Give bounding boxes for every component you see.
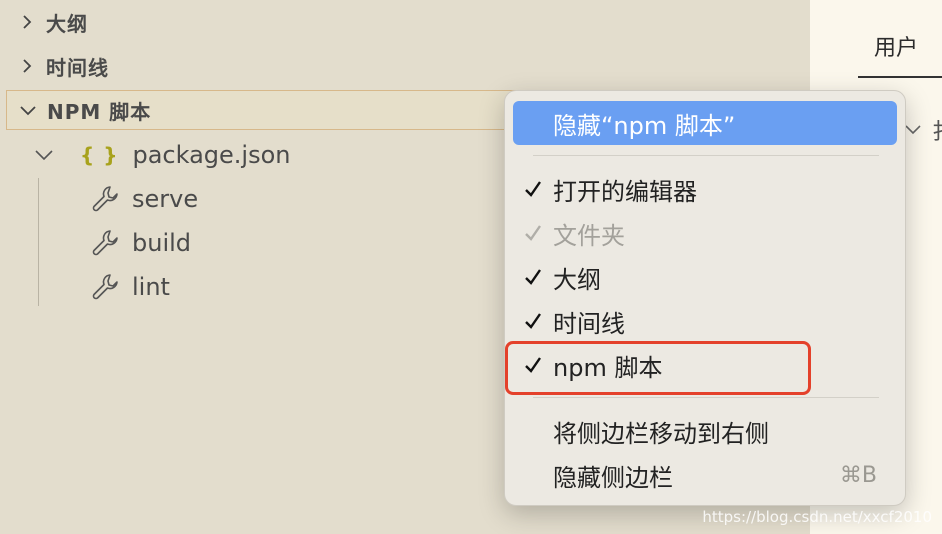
- chevron-down-icon: [905, 125, 921, 135]
- tree-item-package-json[interactable]: { } package.json: [34, 135, 290, 175]
- active-tab-indicator: [858, 76, 942, 78]
- script-item-lint[interactable]: lint: [90, 267, 170, 307]
- menu-item-label: 时间线: [553, 309, 625, 338]
- watermark-text: https://blog.csdn.net/xxcf2010: [702, 508, 932, 526]
- checkmark-icon: [525, 269, 541, 285]
- wrench-icon: [92, 186, 118, 212]
- script-label: serve: [132, 185, 199, 213]
- menu-item-timeline[interactable]: 时间线: [513, 299, 897, 343]
- checkmark-icon: [525, 225, 541, 241]
- menu-item-move-sidebar-right[interactable]: 将侧边栏移动到右侧: [513, 409, 897, 453]
- checkmark-icon: [525, 313, 541, 329]
- menu-separator: [533, 397, 879, 398]
- chevron-right-icon: [23, 15, 32, 29]
- json-file-icon: { }: [80, 143, 119, 167]
- tree-indent-guide: [38, 178, 39, 306]
- chevron-right-icon: [23, 59, 32, 73]
- script-item-build[interactable]: build: [90, 223, 191, 263]
- tab-user-settings[interactable]: 用户: [874, 30, 918, 62]
- menu-item-label: 将侧边栏移动到右侧: [553, 419, 769, 448]
- menu-item-folders: 文件夹: [513, 211, 897, 255]
- shortcut-label: ⌘B: [839, 462, 877, 488]
- section-title: NPM 脚本: [47, 99, 152, 124]
- wrench-icon: [92, 274, 118, 300]
- script-label: lint: [132, 273, 170, 301]
- section-title: 时间线: [46, 55, 109, 80]
- menu-item-label: 隐藏侧边栏: [553, 463, 673, 492]
- menu-separator: [533, 155, 879, 156]
- script-item-serve[interactable]: serve: [90, 179, 198, 219]
- menu-item-hide-npm-scripts[interactable]: 隐藏“npm 脚本”: [513, 101, 897, 145]
- menu-item-hide-sidebar[interactable]: 隐藏侧边栏 ⌘B: [513, 453, 897, 497]
- menu-item-label: 打开的编辑器: [553, 177, 697, 206]
- menu-item-outline[interactable]: 大纲: [513, 255, 897, 299]
- checkmark-icon: [525, 181, 541, 197]
- clipped-editor-text: 扌: [932, 114, 942, 146]
- wrench-icon: [92, 230, 118, 256]
- context-menu: 隐藏“npm 脚本” 打开的编辑器 文件夹 大纲 时间线 npm 脚本 将侧边栏…: [504, 90, 906, 506]
- section-outline-header[interactable]: 大纲: [6, 2, 806, 42]
- menu-item-label: 隐藏“npm 脚本”: [553, 111, 736, 140]
- section-title: 大纲: [46, 11, 88, 36]
- chevron-down-icon: [35, 150, 53, 161]
- chevron-down-icon: [20, 106, 36, 116]
- tree-item-label: package.json: [132, 141, 291, 169]
- section-timeline-header[interactable]: 时间线: [6, 46, 806, 86]
- annotation-highlight-box: [505, 341, 811, 395]
- script-label: build: [132, 229, 192, 257]
- menu-item-label: 文件夹: [553, 221, 625, 250]
- menu-item-label: 大纲: [553, 265, 601, 294]
- menu-item-open-editors[interactable]: 打开的编辑器: [513, 167, 897, 211]
